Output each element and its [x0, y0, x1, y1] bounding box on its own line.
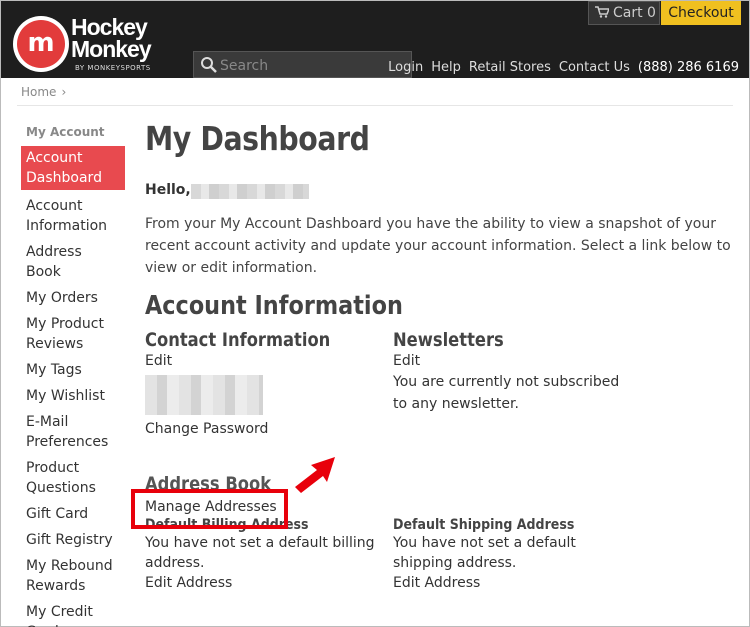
- contact-edit-link[interactable]: Edit: [145, 351, 385, 371]
- page-title: My Dashboard: [145, 119, 370, 158]
- annotation-arrow-icon: [295, 457, 335, 493]
- sidebar-item-my-wishlist[interactable]: My Wishlist: [21, 386, 125, 406]
- cart-label: Cart 0: [613, 5, 656, 21]
- sidebar-item-account-dashboard[interactable]: Account Dashboard: [21, 146, 125, 190]
- search-input[interactable]: [220, 57, 405, 75]
- nav-help[interactable]: Help: [431, 60, 461, 75]
- newsletter-status: You are currently not subscribed to any …: [393, 374, 620, 412]
- logo-line1: Hockey: [71, 14, 148, 40]
- default-shipping-heading: Default Shipping Address: [393, 517, 575, 533]
- nav-retail-stores[interactable]: Retail Stores: [469, 60, 551, 75]
- sidebar-item-product-reviews[interactable]: My Product Reviews: [21, 314, 125, 354]
- logo[interactable]: m Hockey Monkey BY MONKEYSPORTS: [13, 16, 173, 74]
- hello-label: Hello,: [145, 182, 191, 198]
- billing-status: You have not set a default billing addre…: [145, 535, 375, 571]
- sidebar-item-rebound-rewards[interactable]: My Rebound Rewards: [21, 556, 125, 596]
- sidebar-item-my-orders[interactable]: My Orders: [21, 288, 125, 308]
- nav-login[interactable]: Login: [388, 60, 423, 75]
- sidebar-item-account-information[interactable]: Account Information: [21, 196, 125, 236]
- sidebar-title: My Account: [26, 125, 105, 139]
- search-icon[interactable]: [200, 56, 218, 74]
- account-sidebar: My Account Account Dashboard Account Inf…: [21, 125, 125, 627]
- checkout-button[interactable]: Checkout: [661, 1, 741, 25]
- cart-button[interactable]: Cart 0: [588, 1, 660, 25]
- contact-information-heading: Contact Information: [145, 329, 331, 351]
- breadcrumb: Home ›: [21, 85, 66, 99]
- redacted-name: [191, 184, 309, 199]
- change-password-link[interactable]: Change Password: [145, 419, 385, 439]
- newsletters-heading: Newsletters: [393, 329, 504, 351]
- sidebar-item-address-book[interactable]: Address Book: [21, 242, 125, 282]
- top-nav: Login Help Retail Stores Contact Us (888…: [388, 60, 739, 75]
- dashboard-intro: From your My Account Dashboard you have …: [145, 216, 731, 276]
- breadcrumb-separator: ›: [61, 85, 67, 99]
- sidebar-item-my-tags[interactable]: My Tags: [21, 360, 125, 380]
- billing-edit-address-link[interactable]: Edit Address: [145, 573, 380, 593]
- redacted-contact-details: [145, 375, 263, 415]
- account-information-heading: Account Information: [145, 291, 403, 321]
- site-header: m Hockey Monkey BY MONKEYSPORTS Cart 0 C…: [1, 1, 749, 78]
- nav-contact-us[interactable]: Contact Us: [559, 60, 630, 75]
- greeting: Hello,: [145, 182, 309, 199]
- shipping-status: You have not set a default shipping addr…: [393, 535, 576, 571]
- sidebar-item-gift-card[interactable]: Gift Card: [21, 504, 125, 524]
- shipping-edit-address-link[interactable]: Edit Address: [393, 573, 593, 593]
- main-content: My Dashboard Hello, From your My Account…: [145, 119, 741, 591]
- newsletters-panel: Newsletters Edit You are currently not s…: [393, 329, 623, 415]
- logo-badge: m: [13, 16, 69, 72]
- divider: [17, 105, 733, 106]
- sidebar-item-gift-registry[interactable]: Gift Registry: [21, 530, 125, 550]
- breadcrumb-home[interactable]: Home: [21, 85, 56, 99]
- default-shipping-panel: Default Shipping Address You have not se…: [393, 517, 593, 593]
- cart-icon: [595, 6, 609, 18]
- sidebar-item-product-questions[interactable]: Product Questions: [21, 458, 125, 498]
- contact-information-panel: Contact Information Edit Change Password: [145, 329, 385, 439]
- sidebar-item-email-preferences[interactable]: E-Mail Preferences: [21, 412, 125, 452]
- search-box[interactable]: [193, 51, 412, 78]
- sidebar-item-credit-cards[interactable]: My Credit Cards: [21, 602, 125, 627]
- annotation-highlight-box: [131, 489, 288, 529]
- newsletters-edit-link[interactable]: Edit: [393, 351, 623, 371]
- phone-number: (888) 286 6169: [637, 60, 739, 75]
- logo-subtitle: BY MONKEYSPORTS: [75, 64, 151, 72]
- logo-line2: Monkey: [71, 36, 152, 62]
